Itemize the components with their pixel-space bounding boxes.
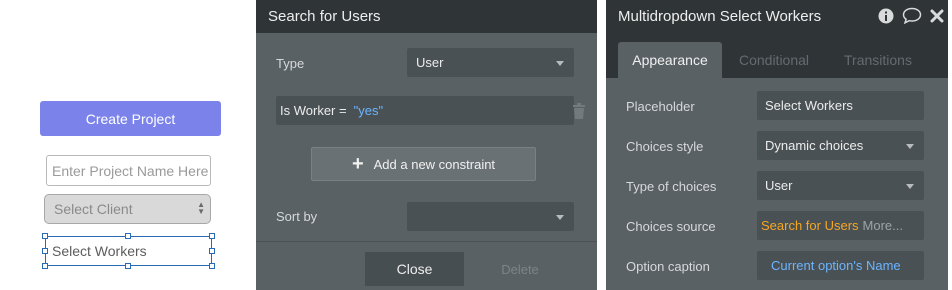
chevron-down-icon xyxy=(906,183,914,189)
resize-handle[interactable] xyxy=(42,263,48,269)
resize-handle[interactable] xyxy=(42,233,48,239)
type-of-choices-dropdown[interactable]: User xyxy=(757,171,924,200)
design-canvas: Create Project Enter Project Name Here S… xyxy=(0,0,256,290)
plus-icon: + xyxy=(351,153,364,175)
close-button[interactable]: Close xyxy=(365,252,464,286)
tab-transitions[interactable]: Transitions xyxy=(830,42,926,78)
close-icon[interactable] xyxy=(930,9,944,23)
choices-style-value: Dynamic choices xyxy=(765,138,864,153)
resize-handle[interactable] xyxy=(125,263,131,269)
choices-style-label: Choices style xyxy=(626,139,704,154)
chevron-down-icon xyxy=(556,214,564,220)
panel-gap xyxy=(597,0,606,290)
project-name-input[interactable]: Enter Project Name Here xyxy=(46,155,211,186)
trash-icon[interactable] xyxy=(572,103,586,119)
type-dropdown[interactable]: User xyxy=(407,48,574,77)
resize-handle[interactable] xyxy=(209,248,215,254)
option-caption-expression[interactable]: Current option's Name xyxy=(757,251,924,280)
placeholder-label: Placeholder xyxy=(626,99,695,114)
sort-by-label: Sort by xyxy=(276,209,318,224)
client-select-label: Select Client xyxy=(54,201,133,217)
add-constraint-button[interactable]: + Add a new constraint xyxy=(311,147,536,181)
constraint-field: Is Worker = xyxy=(280,103,347,118)
tab-appearance[interactable]: Appearance xyxy=(618,42,722,78)
choices-source-value[interactable]: Search for Users xyxy=(761,218,859,233)
client-select[interactable]: Select Client ▲ ▼ xyxy=(44,194,211,224)
search-panel-header: Search for Users xyxy=(256,0,597,33)
right-edge xyxy=(948,0,952,290)
resize-handle[interactable] xyxy=(209,263,215,269)
workers-select-label: Select Workers xyxy=(52,243,147,259)
info-icon[interactable] xyxy=(878,8,894,24)
add-constraint-label: Add a new constraint xyxy=(373,156,496,172)
tab-conditional[interactable]: Conditional xyxy=(728,42,820,78)
divider xyxy=(256,241,597,242)
type-of-choices-value: User xyxy=(765,178,793,193)
constraint-row[interactable]: Is Worker = "yes" xyxy=(276,96,574,125)
option-caption-label: Option caption xyxy=(626,259,710,274)
search-editor-panel: Search for Users Type User Is Worker = "… xyxy=(256,0,597,290)
choices-source-more[interactable]: More... xyxy=(863,218,903,233)
resize-handle[interactable] xyxy=(209,233,215,239)
search-panel-title: Search for Users xyxy=(268,8,381,25)
chevron-down-icon xyxy=(906,143,914,149)
option-caption-value[interactable]: Current option's Name xyxy=(771,258,901,273)
type-of-choices-label: Type of choices xyxy=(626,179,717,194)
workers-multidropdown[interactable]: Select Workers xyxy=(45,236,212,266)
comment-icon[interactable] xyxy=(902,7,922,24)
property-editor-title: Multidropdown Select Workers xyxy=(618,8,822,25)
chevron-down-icon xyxy=(556,60,564,66)
type-label: Type xyxy=(276,56,305,71)
header-icons xyxy=(870,7,944,24)
tab-bar: Appearance Conditional Transitions xyxy=(606,33,948,78)
resize-handle[interactable] xyxy=(125,233,131,239)
constraint-value[interactable]: "yes" xyxy=(354,103,383,118)
property-editor-header: Multidropdown Select Workers xyxy=(606,0,948,33)
placeholder-input[interactable]: Select Workers xyxy=(757,91,924,120)
placeholder-value: Select Workers xyxy=(765,98,853,113)
property-editor-panel: Multidropdown Select Workers Appearance … xyxy=(606,0,948,290)
delete-button[interactable]: Delete xyxy=(481,252,559,286)
choices-source-expression[interactable]: Search for Users More... xyxy=(757,211,924,240)
choices-style-dropdown[interactable]: Dynamic choices xyxy=(757,131,924,160)
updown-arrows-icon: ▲ ▼ xyxy=(197,200,205,216)
type-dropdown-value: User xyxy=(416,55,444,70)
choices-source-label: Choices source xyxy=(626,219,716,234)
resize-handle[interactable] xyxy=(42,248,48,254)
create-project-button[interactable]: Create Project xyxy=(40,101,221,136)
sort-by-dropdown[interactable] xyxy=(407,202,574,231)
